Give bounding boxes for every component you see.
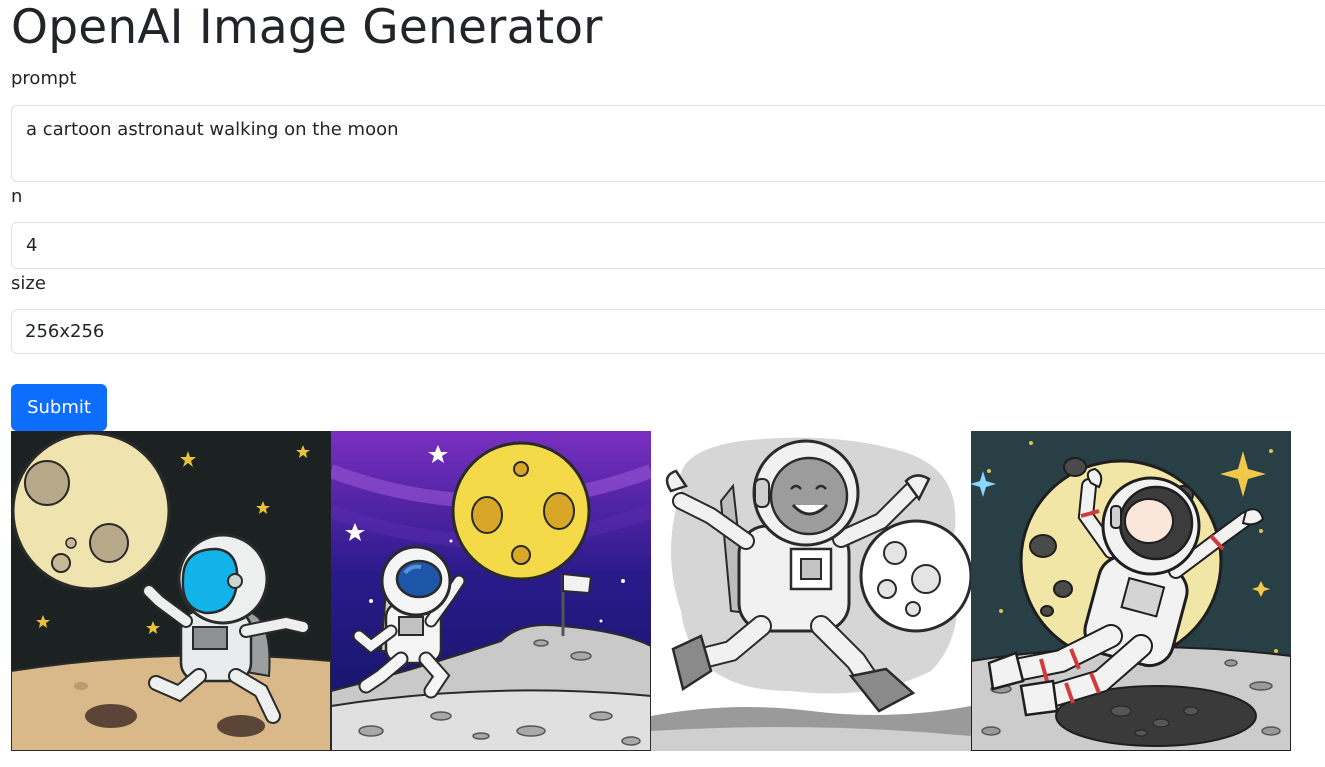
astronaut-jumping-yellow-moon-flag-image[interactable]: [331, 431, 651, 751]
prompt-label: prompt: [11, 68, 77, 89]
n-label: n: [11, 186, 23, 207]
astronaut-floating-red-stripes-image[interactable]: [971, 431, 1291, 751]
image-gallery: [11, 431, 1291, 751]
page: OpenAI Image Generator prompt a cartoon …: [0, 0, 1325, 767]
size-input[interactable]: 256x256: [11, 309, 1325, 354]
size-label: size: [11, 273, 46, 294]
prompt-textarea[interactable]: a cartoon astronaut walking on the moon: [11, 105, 1325, 182]
submit-button[interactable]: Submit: [11, 384, 107, 431]
astronaut-walking-beige-moon-image[interactable]: [11, 431, 331, 751]
n-input[interactable]: 4: [11, 222, 1325, 269]
page-title: OpenAI Image Generator: [11, 0, 603, 55]
astronaut-running-sketch-image[interactable]: [651, 431, 971, 751]
